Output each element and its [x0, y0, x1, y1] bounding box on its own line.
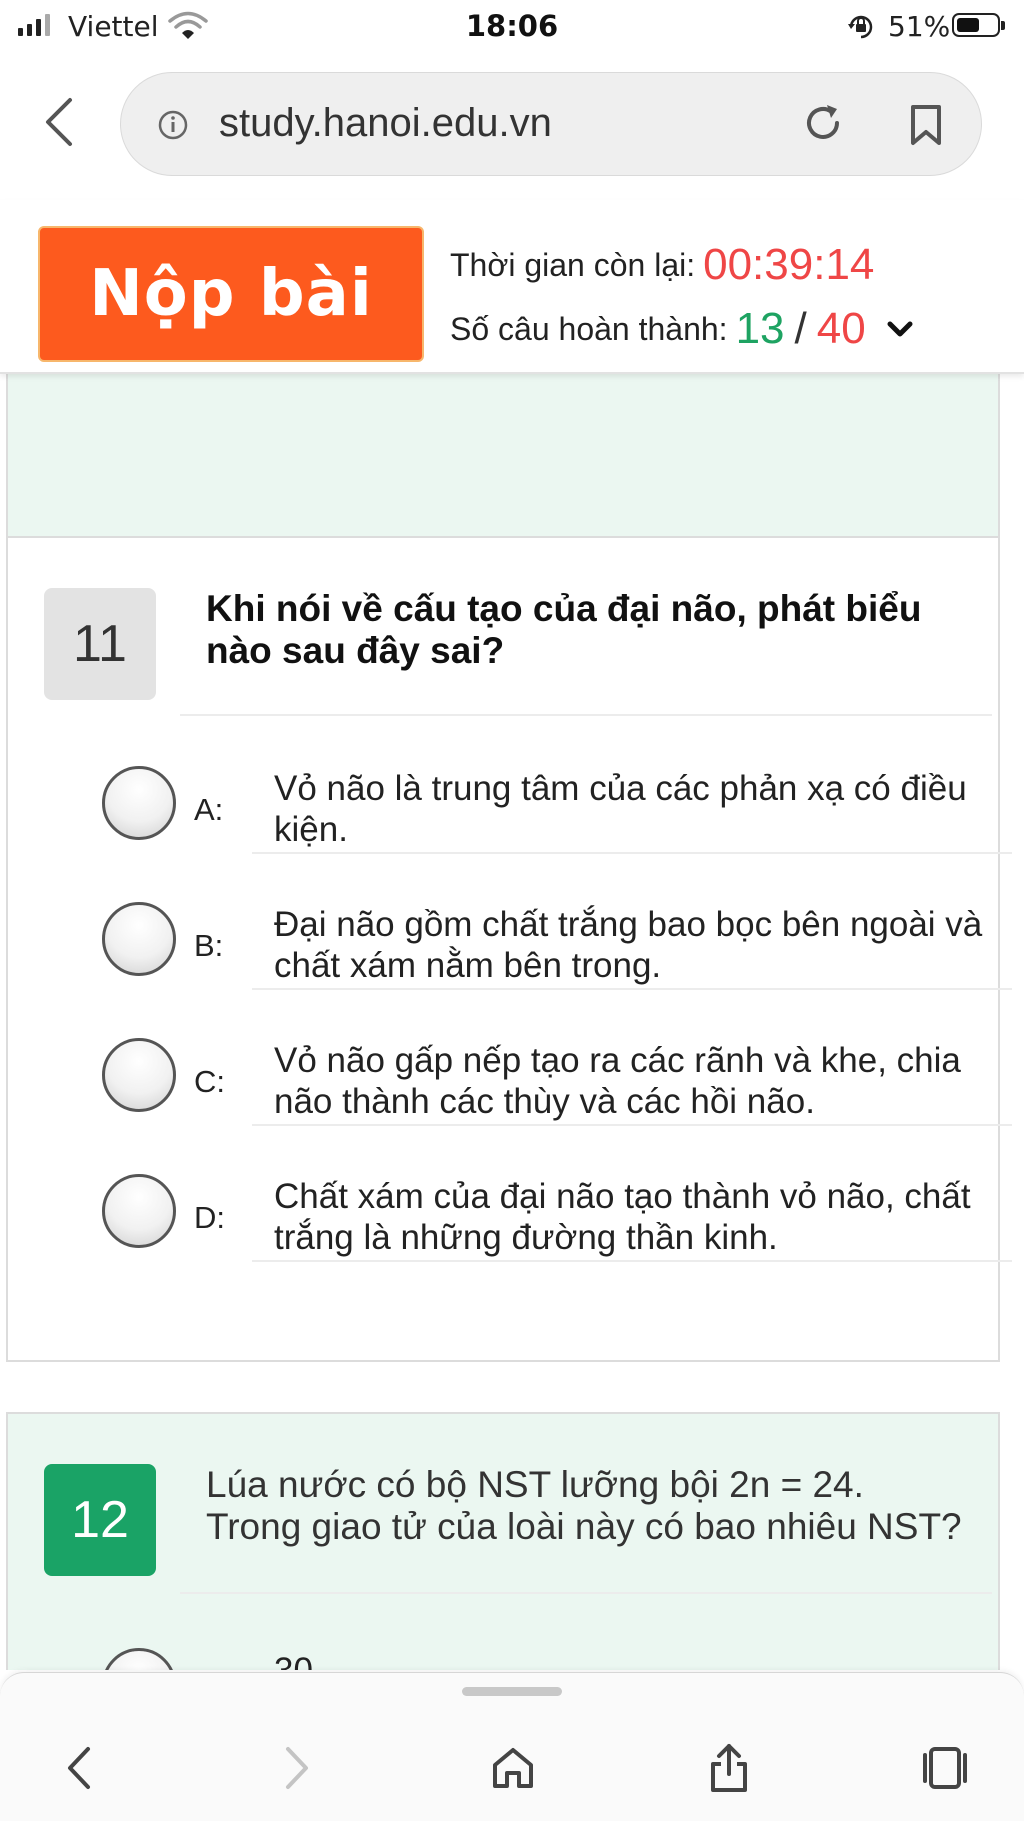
- share-icon: [711, 1744, 747, 1792]
- option-a[interactable]: A: Vỏ não là trung tâm của các phản xạ c…: [8, 764, 1012, 884]
- info-icon[interactable]: [157, 109, 189, 141]
- drag-handle[interactable]: [462, 1687, 562, 1696]
- option-label: C:: [194, 1064, 225, 1099]
- forward-icon: [286, 1747, 308, 1789]
- divider: [252, 852, 1012, 854]
- divider: [252, 1260, 1012, 1262]
- radio-button[interactable]: [102, 1174, 176, 1248]
- battery-icon: [952, 13, 1005, 37]
- count-separator: /: [794, 304, 807, 353]
- option-c[interactable]: C: Vỏ não gấp nếp tạo ra các rãnh và khe…: [8, 1036, 1012, 1156]
- question-number[interactable]: 11: [44, 588, 156, 700]
- progress-row: Số câu hoàn thành: 13/40: [450, 304, 913, 354]
- browser-toolbar: [0, 1672, 1024, 1821]
- battery-percent: 51%: [888, 10, 951, 43]
- address-bar[interactable]: study.hanoi.edu.vn: [120, 72, 982, 176]
- completed-count: 13: [735, 304, 785, 353]
- option-a[interactable]: A: 30: [8, 1646, 1002, 1670]
- toolbar-share-button[interactable]: [694, 1733, 764, 1803]
- total-count: 40: [816, 304, 866, 353]
- question-card-12: 12 Lúa nước có bộ NST lưỡng bội 2n = 24.…: [6, 1412, 1000, 1670]
- back-icon[interactable]: [40, 96, 76, 148]
- radio-button[interactable]: [102, 902, 176, 976]
- toolbar-forward-button[interactable]: [262, 1733, 332, 1803]
- url-text[interactable]: study.hanoi.edu.vn: [219, 101, 552, 146]
- radio-button[interactable]: [102, 766, 176, 840]
- status-bar: Viettel 18:06 51%: [0, 0, 1024, 52]
- countdown-timer: 00:39:14: [703, 240, 875, 289]
- toolbar-back-button[interactable]: [44, 1733, 114, 1803]
- divider: [252, 1124, 1012, 1126]
- option-d[interactable]: D: Chất xám của đại não tạo thành vỏ não…: [8, 1172, 1012, 1292]
- time-remaining-label: Thời gian còn lại:: [450, 247, 696, 283]
- reload-icon[interactable]: [801, 101, 845, 145]
- option-text[interactable]: Chất xám của đại não tạo thành vỏ não, c…: [274, 1176, 994, 1258]
- back-icon: [68, 1747, 90, 1789]
- question-text: Khi nói về cấu tạo của đại não, phát biể…: [206, 588, 922, 671]
- question-number[interactable]: 12: [44, 1464, 156, 1576]
- submit-button[interactable]: Nộp bài: [38, 226, 424, 362]
- divider: [180, 714, 992, 716]
- exam-content[interactable]: 11 Khi nói về cấu tạo của đại não, phát …: [0, 200, 1024, 1670]
- chevron-down-icon[interactable]: [887, 320, 913, 340]
- completed-label: Số câu hoàn thành:: [450, 311, 728, 347]
- option-text[interactable]: 30: [274, 1650, 994, 1670]
- divider: [180, 1592, 992, 1594]
- home-icon: [493, 1748, 533, 1788]
- option-text[interactable]: Vỏ não gấp nếp tạo ra các rãnh và khe, c…: [274, 1040, 994, 1122]
- toolbar-tabs-button[interactable]: [910, 1733, 980, 1803]
- rotation-lock-icon: [848, 15, 873, 39]
- question-card-11: 11 Khi nói về cấu tạo của đại não, phát …: [6, 536, 1012, 1362]
- bookmark-icon[interactable]: [907, 103, 945, 147]
- option-label: B:: [194, 928, 224, 963]
- option-text[interactable]: Vỏ não là trung tâm của các phản xạ có đ…: [274, 768, 994, 850]
- question-text: Lúa nước có bộ NST lưỡng bội 2n = 24. Tr…: [206, 1464, 962, 1547]
- exam-header: Nộp bài Thời gian còn lại: 00:39:14 Số câ…: [0, 200, 1024, 374]
- toolbar-home-button[interactable]: [478, 1733, 548, 1803]
- option-label: A:: [194, 792, 224, 827]
- radio-button[interactable]: [102, 1038, 176, 1112]
- divider: [252, 988, 1012, 990]
- option-b[interactable]: B: Đại não gồm chất trắng bao bọc bên ng…: [8, 900, 1012, 1020]
- radio-button[interactable]: [102, 1648, 176, 1670]
- time-remaining-row: Thời gian còn lại: 00:39:14: [450, 240, 874, 290]
- option-label: D:: [194, 1200, 225, 1235]
- tabs-icon: [923, 1747, 967, 1789]
- option-text[interactable]: Đại não gồm chất trắng bao bọc bên ngoài…: [274, 904, 994, 986]
